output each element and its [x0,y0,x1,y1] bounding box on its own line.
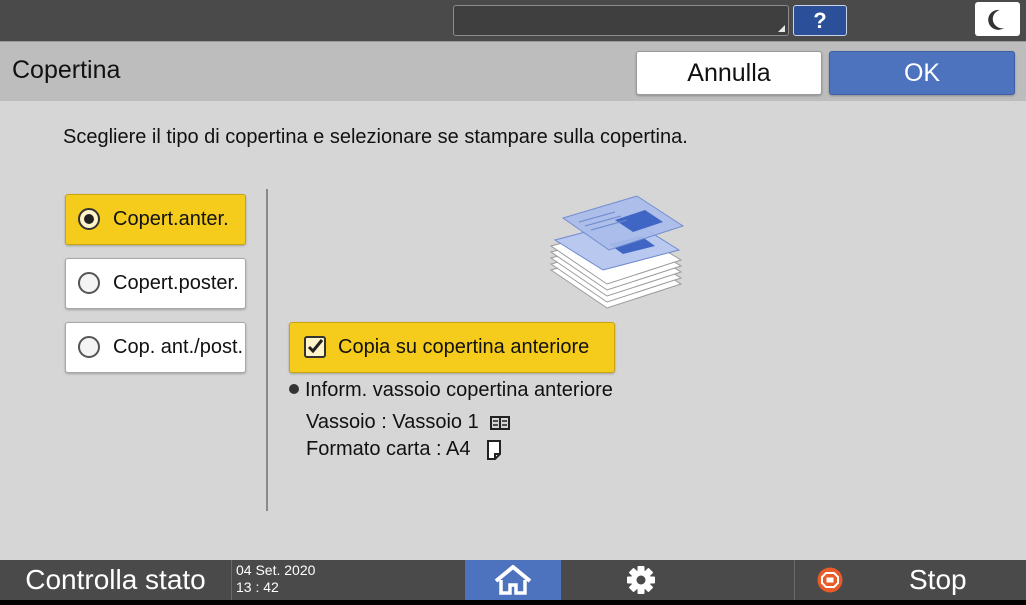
option-label: Cop. ant./post. [113,336,244,358]
option-label: Copert.anter. [113,208,229,230]
radio-unselected-icon [78,336,100,358]
question-icon: ? [813,8,827,33]
help-button[interactable]: ? [793,5,847,36]
time-text: 13 : 42 [236,579,279,595]
paper-portrait-icon [487,439,502,460]
radio-selected-icon [78,208,100,230]
screen: ? Copertina Annulla OK Scegliere il tipo… [0,0,1026,600]
moon-icon [988,9,1004,30]
message-field[interactable] [453,5,789,36]
stop-button[interactable]: Stop [794,560,1026,600]
copy-on-front-cover-checkbox[interactable]: Copia su copertina anteriore [289,322,615,373]
vertical-divider [266,189,268,511]
cover-stack-illustration [549,195,685,309]
cancel-button[interactable]: Annulla [636,51,822,95]
checkbox-checked-icon [304,336,326,358]
check-status-button[interactable]: Controlla stato [0,560,232,600]
resize-corner-icon [778,25,785,32]
stop-icon [817,567,843,593]
checkbox-label: Copia su copertina anteriore [338,336,590,358]
home-icon [494,565,532,595]
radio-unselected-icon [78,272,100,294]
title-bar: Copertina Annulla OK [0,41,1026,101]
instruction-text: Scegliere il tipo di copertina e selezio… [63,126,688,148]
gear-icon [627,566,655,594]
option-label: Copert.poster. [113,272,239,294]
tray-icon [490,415,511,430]
bottom-bar: Controlla stato 04 Set. 2020 13 : 42 Sto… [0,560,1026,600]
settings-button[interactable] [593,560,689,600]
tray-info-heading: Inform. vassoio copertina anteriore [289,379,613,402]
date-text: 04 Set. 2020 [236,562,316,578]
bullet-icon [289,383,299,394]
format-line: Formato carta : A4 [306,438,502,461]
ok-button[interactable]: OK [829,51,1015,95]
home-button[interactable] [465,560,561,600]
option-front-cover[interactable]: Copert.anter. [65,194,246,245]
tray-line: Vassoio : Vassoio 1 [306,411,511,434]
date-time: 04 Set. 2020 13 : 42 [236,562,315,596]
page-title: Copertina [12,56,121,84]
top-bar: ? [0,0,1026,41]
energy-saver-button[interactable] [975,2,1020,36]
option-back-cover[interactable]: Copert.poster. [65,258,246,309]
stop-label: Stop [909,564,967,595]
option-front-back-cover[interactable]: Cop. ant./post. [65,322,246,373]
